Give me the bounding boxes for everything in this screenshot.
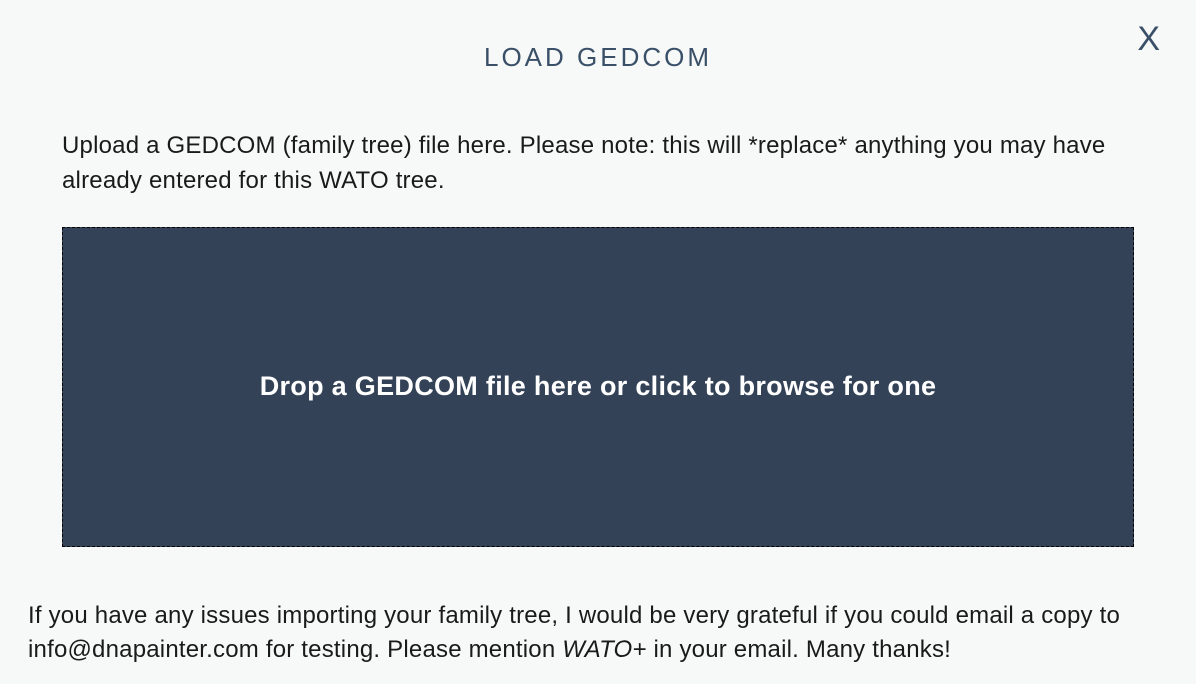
gedcom-dropzone[interactable]: Drop a GEDCOM file here or click to brow… xyxy=(62,227,1134,547)
footer-text: If you have any issues importing your fa… xyxy=(28,599,1168,669)
footer-suffix: in your email. Many thanks! xyxy=(647,636,951,663)
close-button[interactable]: X xyxy=(1137,22,1160,56)
dropzone-label: Drop a GEDCOM file here or click to brow… xyxy=(260,371,937,402)
load-gedcom-modal: X LOAD GEDCOM Upload a GEDCOM (family tr… xyxy=(0,0,1196,684)
modal-title: LOAD GEDCOM xyxy=(0,0,1196,73)
intro-text: Upload a GEDCOM (family tree) file here.… xyxy=(62,129,1134,199)
modal-content: Upload a GEDCOM (family tree) file here.… xyxy=(0,73,1196,547)
footer-wrap: If you have any issues importing your fa… xyxy=(0,547,1196,669)
footer-emphasis: WATO+ xyxy=(562,636,646,663)
